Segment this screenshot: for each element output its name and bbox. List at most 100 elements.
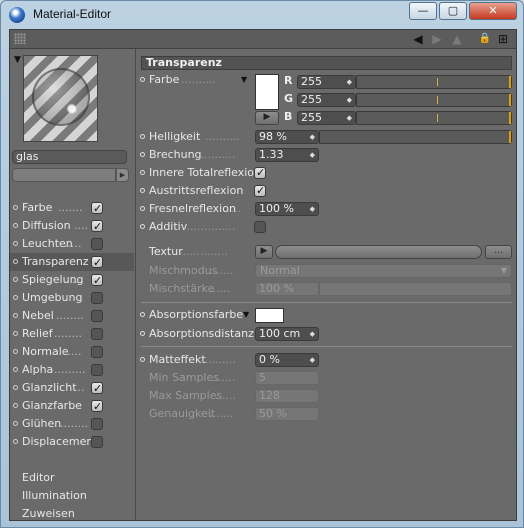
- textur-shader-field[interactable]: [275, 245, 482, 259]
- farbe-g-field[interactable]: 255 ◆: [297, 93, 356, 107]
- sidebar-item-farbe[interactable]: Farbe.......: [10, 199, 134, 217]
- farbe-g-slider[interactable]: [356, 93, 512, 107]
- sidebar-item-glühen[interactable]: Glühen........: [10, 415, 134, 433]
- lock-icon[interactable]: 🔒: [478, 32, 492, 46]
- minimize-button[interactable]: —: [409, 2, 437, 20]
- channel-checkbox[interactable]: [91, 364, 103, 376]
- austrittsreflexion-checkbox[interactable]: [254, 183, 266, 199]
- title-bar[interactable]: Material-Editor — ▢ ✕: [1, 1, 523, 29]
- channel-checkbox[interactable]: [91, 238, 103, 250]
- channel-checkbox[interactable]: [91, 418, 103, 430]
- austrittsreflexion-row: Austrittsreflexion: [137, 183, 516, 199]
- farbe-expand-button[interactable]: ▶: [255, 111, 279, 125]
- channel-checkbox[interactable]: [91, 328, 103, 340]
- sidebar-item-relief[interactable]: Relief........: [10, 325, 134, 343]
- absorptionsdistanz-field[interactable]: 100 cm ◆: [255, 327, 319, 341]
- helligkeit-field[interactable]: 98 % ◆: [255, 130, 319, 144]
- leader-dots: ..: [76, 291, 83, 304]
- textur-expand-button[interactable]: ▶: [255, 245, 273, 259]
- innere-totalreflexion-checkbox[interactable]: [254, 165, 266, 181]
- leader-dots: ...: [74, 381, 85, 394]
- helligkeit-slider[interactable]: [319, 130, 512, 144]
- channel-dot-icon: [13, 349, 18, 354]
- farbe-r-slider[interactable]: [356, 75, 512, 89]
- farbe-r-field[interactable]: 255 ◆: [297, 75, 356, 89]
- farbe-color-swatch[interactable]: [255, 74, 279, 110]
- preview-menu-arrow-icon[interactable]: ▼: [14, 55, 21, 65]
- matteffekt-row: Matteffekt ..........: [137, 352, 516, 368]
- material-slider-button[interactable]: ▶: [116, 168, 129, 182]
- channel-checkbox[interactable]: [91, 436, 103, 448]
- grip-icon[interactable]: [14, 33, 26, 44]
- farbe-b-slider[interactable]: [356, 111, 512, 125]
- sidebar-item-diffusion[interactable]: Diffusion....: [10, 217, 134, 235]
- sidebar-item-displacement[interactable]: Displacement: [10, 433, 134, 451]
- mischstaerke-slider[interactable]: [319, 282, 512, 296]
- matteffekt-field[interactable]: 0 % ◆: [255, 353, 319, 367]
- fresnelreflexion-field[interactable]: 100 % ◆: [255, 202, 319, 216]
- channel-checkbox[interactable]: [91, 380, 103, 397]
- min-samples-field[interactable]: 5: [255, 371, 319, 385]
- forward-arrow-icon[interactable]: ▶: [430, 32, 444, 46]
- new-window-icon[interactable]: ⊞: [496, 32, 510, 46]
- channel-checkbox[interactable]: [91, 292, 103, 304]
- additiv-checkbox[interactable]: [254, 221, 266, 233]
- sidebar-item-editor[interactable]: Editor: [10, 469, 134, 487]
- sidebar-item-transparenz[interactable]: Transparenz: [10, 253, 134, 271]
- sidebar-item-label: Transparenz: [22, 255, 89, 268]
- material-name-field[interactable]: glas: [12, 150, 127, 164]
- sidebar-item-leuchten[interactable]: Leuchten.....: [10, 235, 134, 253]
- keyframe-dot-icon[interactable]: [140, 77, 145, 82]
- back-arrow-icon[interactable]: ◀: [411, 32, 425, 46]
- window-title: Material-Editor: [33, 7, 112, 21]
- sidebar-item-nebel[interactable]: Nebel........: [10, 307, 134, 325]
- textur-browse-button[interactable]: ...: [485, 245, 512, 259]
- separator: [141, 302, 512, 303]
- sidebar-item-label: Alpha: [22, 363, 54, 376]
- brechung-field[interactable]: 1.33 ◆: [255, 148, 319, 162]
- channel-dot-icon: [13, 313, 18, 318]
- mischstaerke-field[interactable]: 100 %: [255, 282, 319, 296]
- channel-checkbox[interactable]: [91, 272, 103, 289]
- channel-checkbox[interactable]: [91, 346, 103, 358]
- absorptionsfarbe-swatch[interactable]: [255, 308, 284, 323]
- sidebar-item-label: Umgebung: [22, 291, 83, 304]
- close-button[interactable]: ✕: [469, 2, 517, 20]
- leader-dots: ........: [54, 327, 82, 340]
- genauigkeit-field[interactable]: 50 %: [255, 407, 319, 421]
- channel-dot-icon: [13, 385, 18, 390]
- channel-checkbox[interactable]: [91, 218, 103, 235]
- material-preview[interactable]: [23, 55, 98, 142]
- sidebar-item-umgebung[interactable]: Umgebung..: [10, 289, 134, 307]
- max-samples-field[interactable]: 128: [255, 389, 319, 403]
- leader-dots: .......: [58, 201, 83, 214]
- channel-dot-icon: [13, 367, 18, 372]
- maximize-button[interactable]: ▢: [439, 2, 467, 20]
- separator: [141, 346, 512, 347]
- sidebar-item-glanzlicht[interactable]: Glanzlicht...: [10, 379, 134, 397]
- sidebar-item-zuweisen[interactable]: Zuweisen: [10, 505, 134, 523]
- mischmodus-select[interactable]: Normal ▼: [255, 264, 512, 278]
- absorptionsfarbe-dropdown-arrow-icon[interactable]: ▼: [243, 307, 249, 323]
- max-samples-row: Max Samples ......: [149, 389, 236, 402]
- channel-dot-icon: [13, 295, 18, 300]
- farbe-b-field[interactable]: 255 ◆: [297, 111, 356, 125]
- sidebar-item-label: Glühen: [22, 417, 62, 430]
- channel-checkbox[interactable]: [91, 310, 103, 322]
- material-slider-bar[interactable]: [12, 168, 116, 182]
- sidebar-item-normale[interactable]: Normale.....: [10, 343, 134, 361]
- channel-dot-icon: [13, 241, 18, 246]
- editor-toolbar: ◀ ▶ ▲ 🔒 ⊞: [10, 30, 516, 49]
- transparency-panel: Transparenz Farbe .......... ▼ R 255 ◆ G …: [137, 49, 516, 520]
- channel-dot-icon: [13, 223, 18, 228]
- sidebar-item-glanzfarbe[interactable]: Glanzfarbe..: [10, 397, 134, 415]
- channel-checkbox[interactable]: [91, 200, 103, 217]
- sidebar-item-spiegelung[interactable]: Spiegelung..: [10, 271, 134, 289]
- channel-checkbox[interactable]: [91, 254, 103, 271]
- sidebar-item-label: Nebel: [22, 309, 54, 322]
- channel-checkbox[interactable]: [91, 398, 103, 415]
- sidebar-item-alpha[interactable]: Alpha.........: [10, 361, 134, 379]
- up-arrow-icon[interactable]: ▲: [450, 32, 464, 46]
- farbe-dropdown-arrow-icon[interactable]: ▼: [241, 72, 247, 88]
- sidebar-item-illumination[interactable]: Illumination: [10, 487, 134, 505]
